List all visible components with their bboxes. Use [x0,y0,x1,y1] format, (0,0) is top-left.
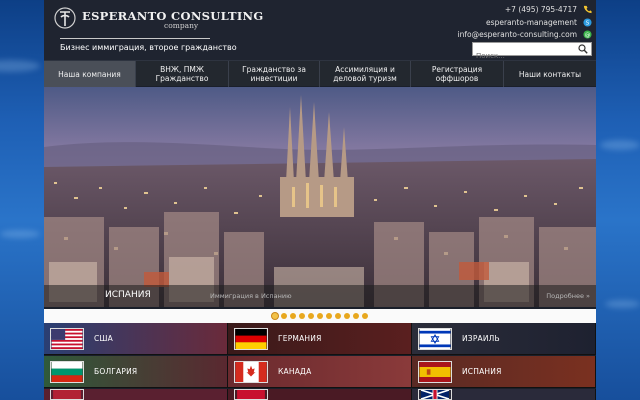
spain-flag-icon [418,360,452,383]
country-card-spain[interactable]: ИСПАНИЯ [412,356,596,388]
nav-item-assimilation-tourism[interactable]: Ассимиляция и деловой туризм [320,61,411,87]
country-card-partial[interactable] [44,389,228,400]
country-name: ГЕРМАНИЯ [278,334,322,343]
nav-item-company[interactable]: Наша компания [44,61,136,87]
country-card-partial[interactable] [412,389,596,400]
background-light-streak [600,140,640,150]
skype-icon: S [583,18,592,27]
slide-country-title[interactable]: ИСПАНИЯ [105,290,151,300]
nav-item-contacts[interactable]: Наши контакты [504,61,596,87]
flag-icon [234,389,268,400]
slider-dot[interactable] [353,313,359,319]
israel-flag-icon [418,327,452,350]
country-name: ИСПАНИЯ [462,367,502,376]
country-name: ИЗРАИЛЬ [462,334,500,343]
slider-dot[interactable] [317,313,323,319]
skype-name[interactable]: esperanto-management [486,18,577,27]
brand-divider [60,38,210,39]
contact-email[interactable]: info@esperanto-consulting.com @ [458,30,592,39]
phone-icon [583,5,592,14]
slider-dot[interactable] [308,313,314,319]
slider-dot[interactable] [281,313,287,319]
country-card-partial[interactable] [228,389,412,400]
contact-phone[interactable]: +7 (495) 795-4717 [505,5,592,14]
slider-dot[interactable] [326,313,332,319]
search-box[interactable] [472,42,592,62]
slide-more-link[interactable]: Подробнее » [546,292,590,300]
flag-icon [50,389,84,400]
company-logo-icon[interactable] [54,6,76,30]
country-card-usa[interactable]: США [44,323,228,355]
email-icon: @ [583,30,592,39]
brand-subtitle: company [164,21,199,30]
canada-flag-icon [234,360,268,383]
svg-text:@: @ [585,33,590,39]
phone-number[interactable]: +7 (495) 795-4717 [505,5,577,14]
background-light-streak [605,300,640,308]
email-address[interactable]: info@esperanto-consulting.com [458,30,577,39]
search-icon[interactable] [578,44,588,54]
country-card-israel[interactable]: ИЗРАИЛЬ [412,323,596,355]
country-name: КАНАДА [278,367,312,376]
country-grid: США ГЕРМАНИЯ ИЗРАИЛЬ БОЛГАРИЯ КАНАДА ИСП… [44,323,596,400]
svg-text:S: S [586,21,590,27]
site-header: ESPERANTO CONSULTING company Бизнес имми… [44,0,596,62]
bulgaria-flag-icon [50,360,84,383]
nav-item-offshore-registration[interactable]: Регистрация оффшоров [411,61,504,87]
uk-flag-icon [418,389,452,400]
main-navigation: Наша компания ВНЖ, ПМЖ Гражданство Гражд… [44,60,596,87]
slider-dot[interactable] [344,313,350,319]
usa-flag-icon [50,327,84,350]
contact-skype[interactable]: esperanto-management S [486,18,592,27]
slider-dot[interactable] [290,313,296,319]
country-card-germany[interactable]: ГЕРМАНИЯ [228,323,412,355]
background-light-streak [0,230,40,238]
country-name: США [94,334,113,343]
slider-dot[interactable] [299,313,305,319]
country-name: БОЛГАРИЯ [94,367,138,376]
slider-dot[interactable] [335,313,341,319]
barcelona-cityscape-image [44,87,596,307]
slider-caption: ИСПАНИЯ Иммиграция в Испанию Подробнее » [44,285,596,307]
slider-dot[interactable] [272,313,278,319]
background-light-streak [0,60,40,72]
germany-flag-icon [234,327,268,350]
site-page: ESPERANTO CONSULTING company Бизнес имми… [44,0,596,400]
hero-slider-image[interactable] [44,87,596,307]
country-card-canada[interactable]: КАНАДА [228,356,412,388]
slider-pagination [44,309,596,323]
slider-dot[interactable] [362,313,368,319]
nav-item-residency[interactable]: ВНЖ, ПМЖ Гражданство [136,61,229,87]
slide-link[interactable]: Иммиграция в Испанию [210,292,292,300]
nav-item-citizenship-investment[interactable]: Гражданство за инвестиции [229,61,320,87]
country-card-bulgaria[interactable]: БОЛГАРИЯ [44,356,228,388]
brand-tagline: Бизнес иммиграция, второе гражданство [60,43,237,52]
